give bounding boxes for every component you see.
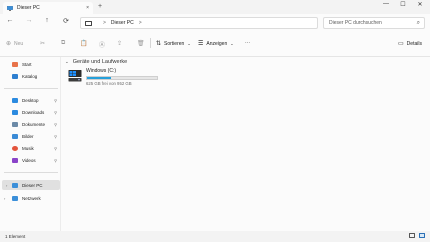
divider <box>4 88 58 89</box>
address-bar[interactable]: > Dieser PC > <box>80 17 318 29</box>
sidebar-item-dokumente[interactable]: Dokumente ⚲ <box>0 119 60 129</box>
divider <box>150 38 151 48</box>
drive-free-space: 625 GB frei von 952 GB <box>86 81 132 86</box>
this-pc-icon <box>7 5 13 11</box>
sidebar-item-label: Bilder <box>22 133 34 139</box>
details-button[interactable]: ▭ Details <box>398 40 422 48</box>
sidebar-item-musik[interactable]: Musik ⚲ <box>0 143 60 153</box>
sidebar-item-label: Downloads <box>22 109 45 115</box>
desktop-folder-icon <box>12 97 18 103</box>
chevron-right-icon[interactable]: › <box>4 196 5 201</box>
pin-icon[interactable]: ⚲ <box>54 134 57 139</box>
music-icon <box>12 145 18 151</box>
status-bar: 1 Element <box>0 231 430 242</box>
divider <box>4 172 58 173</box>
drive-usage-bar <box>86 76 158 80</box>
sidebar-item-this-pc[interactable]: › Dieser PC <box>2 180 60 190</box>
pin-icon[interactable]: ⚲ <box>54 158 57 163</box>
home-icon <box>12 61 18 67</box>
cut-icon[interactable]: ✂ <box>40 40 48 47</box>
item-count: 1 Element <box>5 234 26 239</box>
breadcrumb-this-pc[interactable]: Dieser PC <box>111 20 134 26</box>
new-button[interactable]: ⊕ Neu <box>6 40 24 48</box>
sidebar-item-downloads[interactable]: Downloads ⚲ <box>0 107 60 117</box>
view-button[interactable]: ☰ Anzeigen ⌄ <box>198 40 234 48</box>
paste-icon[interactable]: 📋 <box>80 40 90 47</box>
sidebar-item-label: Videos <box>22 157 36 163</box>
sidebar-item-desktop[interactable]: Desktop ⚲ <box>0 95 60 105</box>
maximize-button[interactable]: ☐ <box>397 1 409 8</box>
videos-icon <box>12 157 18 163</box>
tab-label: Dieser PC <box>17 5 40 11</box>
sidebar-item-label: Dieser PC <box>22 182 43 188</box>
drive-usage-fill <box>87 77 111 79</box>
sort-label: Sortieren <box>164 40 185 47</box>
breadcrumb-separator-icon[interactable]: > <box>103 20 106 26</box>
sidebar-item-label: Dokumente <box>22 121 46 127</box>
download-icon <box>12 109 18 115</box>
drive-name: Windows (C:) <box>86 68 117 74</box>
monitor-icon <box>85 20 92 26</box>
details-view-icon[interactable] <box>409 233 415 238</box>
forward-button[interactable]: → <box>24 17 34 24</box>
chevron-down-icon: ⌄ <box>187 41 191 46</box>
tab-close-icon[interactable]: × <box>86 5 89 11</box>
details-label: Details <box>406 40 422 47</box>
search-icon: ⌕ <box>416 19 420 26</box>
close-window-button[interactable]: ✕ <box>414 1 426 8</box>
more-options-button[interactable]: ··· <box>245 40 250 46</box>
this-pc-icon <box>12 182 18 188</box>
new-tab-button[interactable]: + <box>98 3 102 10</box>
chevron-down-icon: ⌄ <box>230 41 234 46</box>
view-label: Anzeigen <box>206 40 228 47</box>
share-icon[interactable]: ⇪ <box>117 40 125 47</box>
rename-icon[interactable]: Ⓐ <box>99 40 108 49</box>
tiles-view-icon[interactable] <box>419 233 425 238</box>
sidebar-item-label: Start <box>22 61 32 67</box>
sidebar-item-videos[interactable]: Videos ⚲ <box>0 155 60 165</box>
sidebar-item-label: Musik <box>22 145 34 151</box>
pin-icon[interactable]: ⚲ <box>54 146 57 151</box>
chevron-down-icon[interactable]: ⌄ <box>65 59 69 65</box>
new-label: Neu <box>14 40 24 47</box>
sidebar-item-label: Katalog <box>22 73 38 79</box>
copy-icon[interactable]: ⧉ <box>61 40 68 47</box>
network-icon <box>12 195 18 201</box>
sidebar-item-netzwerk[interactable]: › Netzwerk <box>0 193 60 203</box>
back-button[interactable]: ← <box>5 17 15 24</box>
sidebar-item-label: Netzwerk <box>22 195 41 201</box>
sidebar-item-start[interactable]: Start <box>0 59 60 69</box>
group-header[interactable]: ⌄ Geräte und Laufwerke <box>65 59 127 65</box>
breadcrumb-separator-icon[interactable]: > <box>139 20 142 26</box>
pin-icon[interactable]: ⚲ <box>54 110 57 115</box>
pin-icon[interactable]: ⚲ <box>54 122 57 127</box>
sort-icon: ⇅ <box>156 41 162 47</box>
chevron-right-icon[interactable]: › <box>6 183 7 188</box>
pictures-icon <box>12 133 18 139</box>
minimize-button[interactable]: — <box>380 1 392 7</box>
sidebar-item-label: Desktop <box>22 97 39 103</box>
group-title: Geräte und Laufwerke <box>72 59 128 65</box>
search-input[interactable]: Dieser PC durchsuchen ⌕ <box>323 17 425 29</box>
view-icon: ☰ <box>198 41 204 47</box>
delete-icon[interactable]: 🗑 <box>137 40 148 47</box>
plus-circle-icon: ⊕ <box>6 41 12 47</box>
sidebar-item-bilder[interactable]: Bilder ⚲ <box>0 131 60 141</box>
gallery-icon <box>12 73 18 79</box>
view-toggle <box>409 233 425 238</box>
refresh-button[interactable]: ⟳ <box>61 17 71 25</box>
sidebar-item-katalog[interactable]: Katalog <box>0 71 60 81</box>
documents-icon <box>12 121 18 127</box>
search-placeholder: Dieser PC durchsuchen <box>329 20 382 26</box>
windows-drive-icon <box>68 70 82 82</box>
tab-this-pc[interactable]: Dieser PC × <box>3 2 93 14</box>
up-button[interactable]: ↑ <box>42 17 52 24</box>
sort-button[interactable]: ⇅ Sortieren ⌄ <box>156 40 191 48</box>
details-pane-icon: ▭ <box>398 41 404 47</box>
pin-icon[interactable]: ⚲ <box>54 98 57 103</box>
drive-item[interactable]: Windows (C:) 625 GB frei von 952 GB <box>68 68 168 88</box>
